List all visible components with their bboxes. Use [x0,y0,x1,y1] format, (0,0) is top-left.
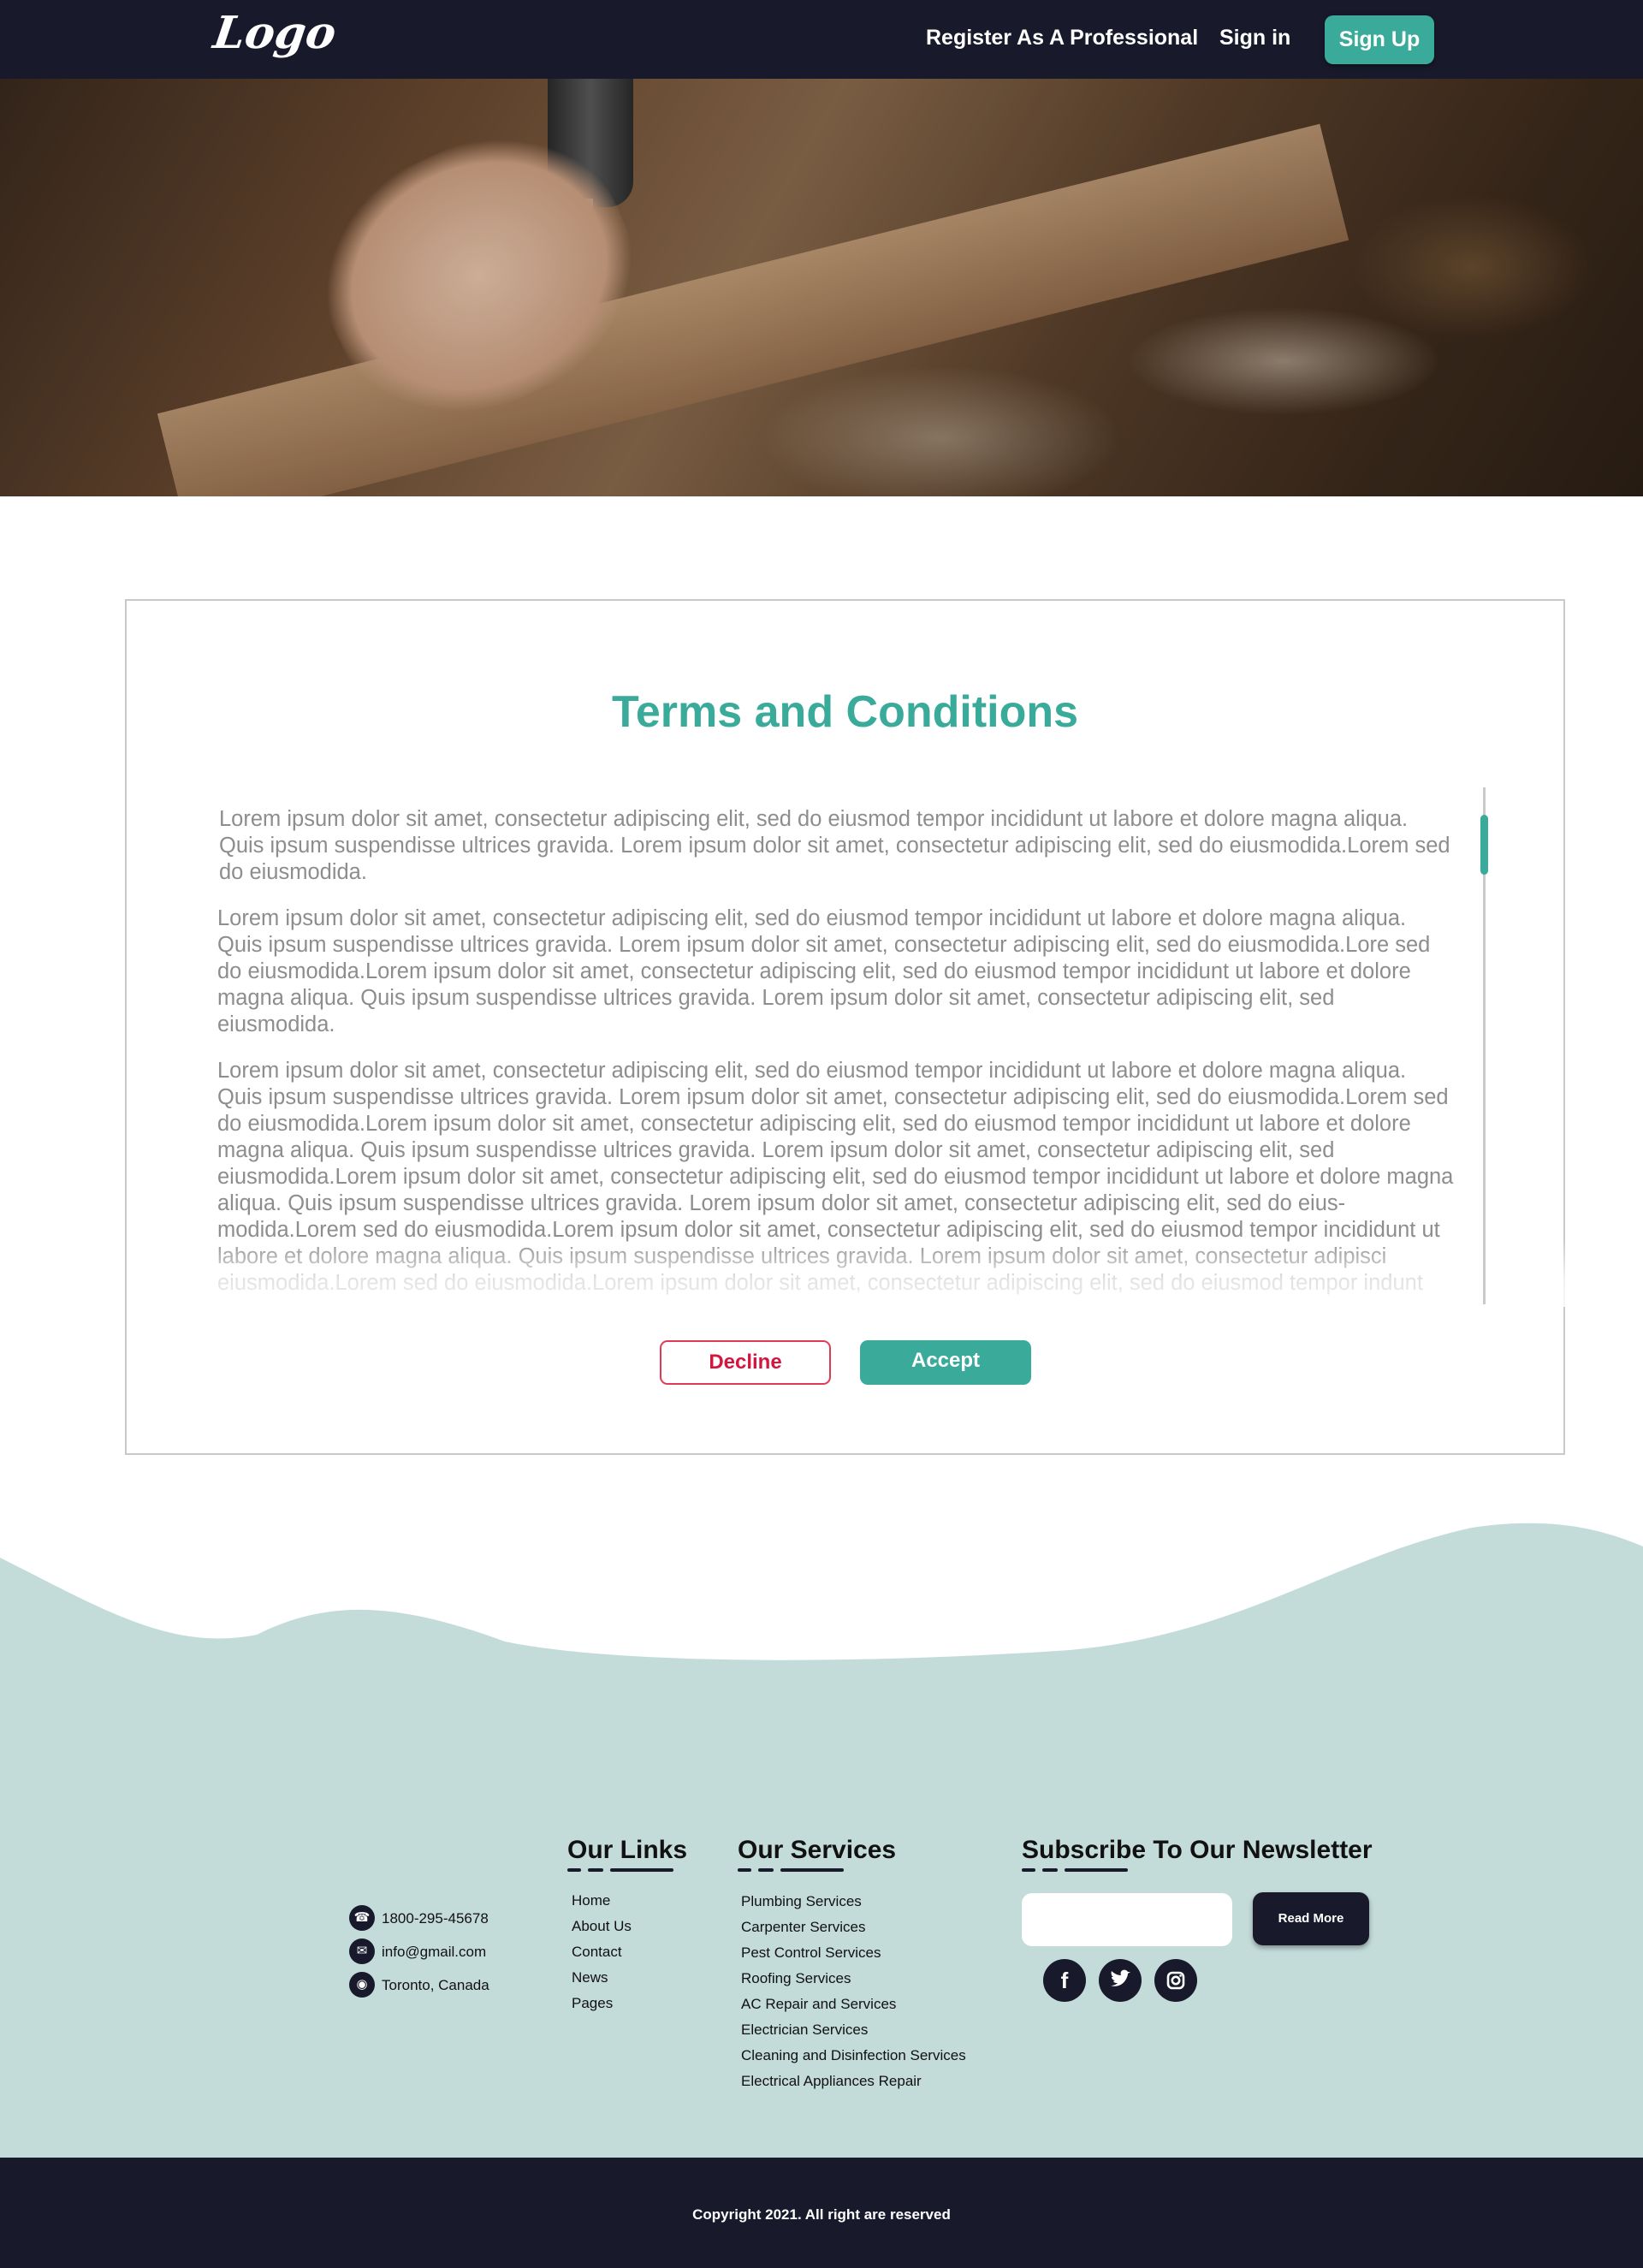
sign-in-link[interactable]: Sign in [1219,26,1290,50]
footer-service-item[interactable]: Electrical Appliances Repair [741,2069,966,2094]
phone-icon: ☎ [349,1905,375,1931]
copyright-text: Copyright 2021. All right are reserved [692,2206,951,2223]
terms-paragraph: Lorem ipsum dolor sit amet, consectetur … [219,807,1450,884]
logo[interactable]: Logo [211,7,340,59]
instagram-icon[interactable] [1154,1959,1197,2002]
footer-service-item[interactable]: Pest Control Services [741,1940,966,1966]
links-heading: Our Links [567,1836,688,1864]
scrollbar-thumb[interactable] [1480,815,1488,875]
location-pin-icon: ◉ [349,1972,375,1998]
copyright-bar: Copyright 2021. All right are reserved [0,2158,1643,2268]
twitter-icon[interactable] [1099,1959,1142,2002]
terms-card: Terms and Conditions Lorem ipsum dolor s… [125,599,1581,1455]
decline-button[interactable]: Decline [660,1340,831,1385]
footer-service-item[interactable]: Cleaning and Disinfection Services [741,2043,966,2069]
accept-button[interactable]: Accept [860,1340,1031,1385]
footer-link-news[interactable]: News [572,1965,632,1991]
mail-icon: ✉ [349,1938,375,1964]
terms-paragraph: Lorem ipsum dolor sit amet, consectetur … [217,906,1431,1036]
terms-text-scroll[interactable]: Lorem ipsum dolor sit amet, consectetur … [217,806,1578,1303]
sign-up-button[interactable]: Sign Up [1325,15,1434,64]
footer-link-about[interactable]: About Us [572,1914,632,1939]
links-list: Home About Us Contact News Pages [572,1888,632,2016]
hero-image [0,79,1643,496]
footer-link-contact[interactable]: Contact [572,1939,632,1965]
top-nav: Logo Register As A Professional Sign in … [0,0,1643,79]
footer-link-pages[interactable]: Pages [572,1991,632,2016]
footer-service-item[interactable]: Electrician Services [741,2017,966,2043]
footer-service-item[interactable]: Roofing Services [741,1966,966,1992]
services-list: Plumbing Services Carpenter Services Pes… [741,1889,966,2094]
register-professional-link[interactable]: Register As A Professional [926,26,1198,50]
newsletter-heading: Subscribe To Our Newsletter [1022,1836,1373,1864]
newsletter-email-input[interactable] [1022,1893,1232,1946]
footer-service-item[interactable]: Plumbing Services [741,1889,966,1915]
services-heading: Our Services [738,1836,897,1864]
facebook-icon[interactable]: f [1043,1959,1086,2002]
footer-service-item[interactable]: Carpenter Services [741,1915,966,1940]
footer-service-item[interactable]: AC Repair and Services [741,1992,966,2017]
read-more-button[interactable]: Read More [1253,1892,1369,1945]
footer-link-home[interactable]: Home [572,1888,632,1914]
page-title: Terms and Conditions [611,687,1079,737]
